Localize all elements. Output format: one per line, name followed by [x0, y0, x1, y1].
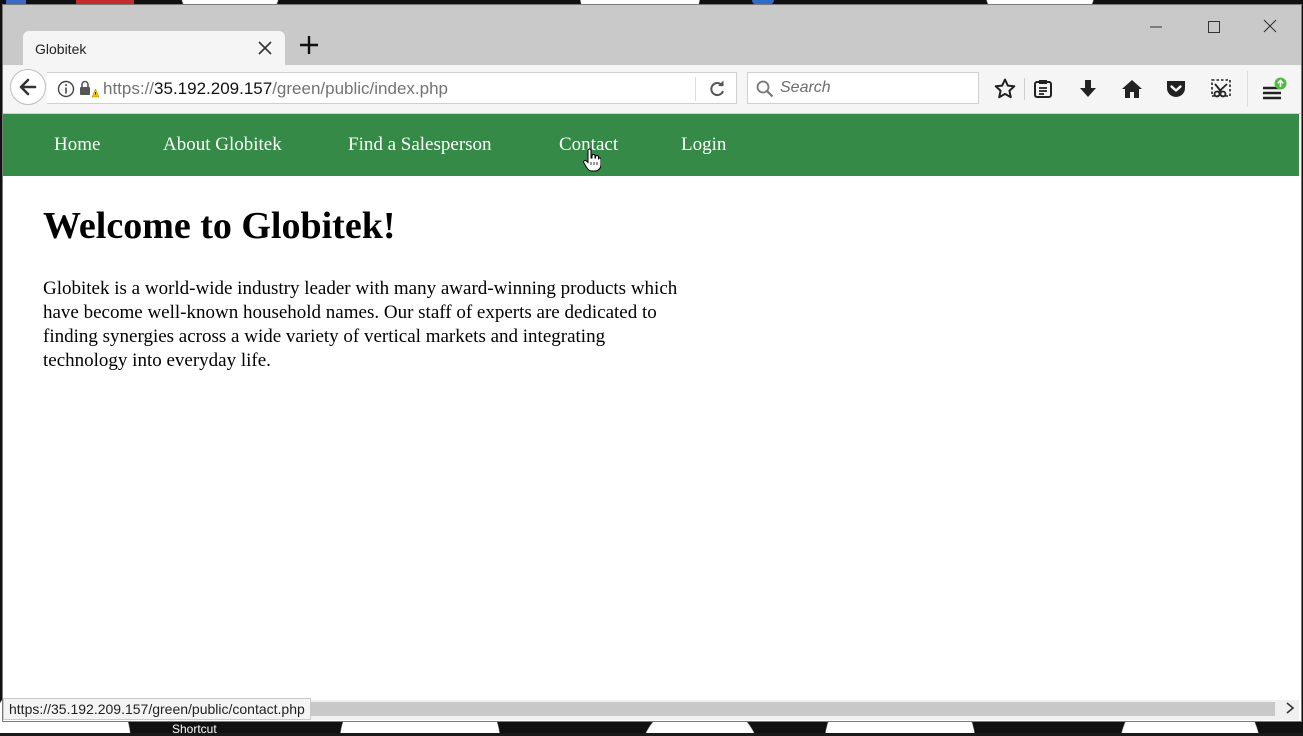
- address-bar[interactable]: https://35.192.209.157/green/public/inde…: [47, 72, 737, 104]
- reading-list-icon[interactable]: [1031, 77, 1055, 101]
- url-host: 35.192.209.157: [154, 79, 273, 98]
- toolbar-separator-2: [1247, 71, 1248, 107]
- desktop-shortcut-label: Shortcut: [172, 722, 217, 736]
- nav-link-find-salesperson[interactable]: Find a Salesperson: [348, 134, 492, 156]
- tab-title: Globitek: [35, 41, 87, 57]
- url-path: /green/public/index.php: [272, 79, 448, 98]
- site-nav: Home About Globitek Find a Salesperson C…: [3, 114, 1299, 176]
- page-content: Home About Globitek Find a Salesperson C…: [3, 114, 1299, 700]
- info-icon[interactable]: [57, 80, 75, 102]
- minimize-icon[interactable]: [1133, 15, 1179, 41]
- hand-cursor-icon: [583, 148, 602, 176]
- search-placeholder: Search: [780, 79, 831, 96]
- screenshot-icon[interactable]: [1209, 77, 1233, 101]
- tab-strip: Globitek: [3, 5, 1301, 67]
- search-bar[interactable]: Search: [747, 72, 979, 104]
- nav-link-home[interactable]: Home: [54, 134, 100, 156]
- page-title: Welcome to Globitek!: [43, 205, 396, 247]
- intro-paragraph: Globitek is a world-wide industry leader…: [43, 278, 678, 371]
- navigation-toolbar: https://35.192.209.157/green/public/inde…: [3, 65, 1301, 114]
- star-icon[interactable]: [993, 77, 1017, 101]
- back-arrow-icon[interactable]: [10, 69, 46, 105]
- lock-warning-icon[interactable]: [79, 80, 100, 102]
- new-tab-icon[interactable]: [295, 33, 323, 61]
- status-link-preview: https://35.192.209.157/green/public/cont…: [3, 698, 311, 720]
- toolbar-separator: [1024, 78, 1025, 100]
- download-icon[interactable]: [1076, 77, 1100, 101]
- home-icon[interactable]: [1120, 77, 1144, 101]
- maximize-icon[interactable]: [1191, 15, 1237, 41]
- window-close-icon[interactable]: [1247, 15, 1293, 41]
- url-text[interactable]: https://35.192.209.157/green/public/inde…: [103, 79, 448, 99]
- url-separator: [695, 77, 696, 101]
- scroll-right-icon[interactable]: [1285, 701, 1295, 719]
- url-scheme: https://: [103, 79, 155, 98]
- site-identity[interactable]: [57, 80, 100, 102]
- pocket-icon[interactable]: [1164, 77, 1188, 101]
- close-icon[interactable]: [253, 36, 277, 60]
- nav-link-login[interactable]: Login: [681, 134, 726, 156]
- tab-globitek[interactable]: Globitek: [23, 31, 285, 67]
- menu-icon[interactable]: [1261, 77, 1287, 101]
- search-icon: [756, 80, 774, 102]
- reload-icon[interactable]: [705, 77, 729, 101]
- nav-link-about[interactable]: About Globitek: [163, 134, 282, 156]
- browser-window: Globitek https://35.192.209.157/green/pu…: [2, 4, 1302, 722]
